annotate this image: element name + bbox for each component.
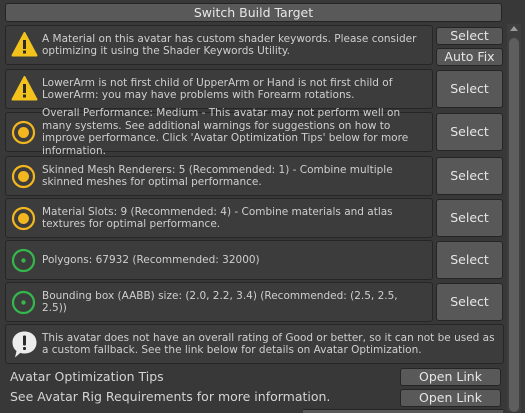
performance-medium-icon	[11, 120, 36, 145]
performance-medium-icon	[11, 164, 36, 189]
message-skinned-mesh-renderers: Skinned Mesh Renderers: 5 (Recommended: …	[5, 156, 433, 196]
message-text: Bounding box (AABB) size: (2.0, 2.2, 3.4…	[42, 289, 398, 315]
warning-triangle-icon	[11, 32, 38, 57]
message-bounding-box: Bounding box (AABB) size: (2.0, 2.2, 3.4…	[5, 282, 433, 322]
message-text: Skinned Mesh Renderers: 5 (Recommended: …	[42, 163, 393, 189]
open-link-button[interactable]: Open Link	[400, 389, 501, 407]
message-text: This avatar does not have an overall rat…	[42, 331, 495, 357]
avatar-optimization-tips-label: Avatar Optimization Tips	[10, 369, 164, 384]
message-forearm-rotation: LowerArm is not first child of UpperArm …	[5, 69, 433, 109]
vertical-scrollbar[interactable]	[507, 24, 521, 412]
message-text: Overall Performance: Medium - This avata…	[42, 107, 409, 157]
message-text: Material Slots: 9 (Recommended: 4) - Com…	[42, 205, 393, 231]
message-text: LowerArm is not first child of UpperArm …	[42, 76, 393, 102]
info-exclamation-icon	[12, 331, 37, 358]
message-shader-keywords: A Material on this avatar has custom sha…	[5, 25, 433, 65]
message-text: A Material on this avatar has custom sha…	[42, 32, 417, 58]
warning-triangle-icon	[11, 76, 38, 101]
avatar-rig-requirements-label: See Avatar Rig Requirements for more inf…	[10, 389, 331, 404]
performance-good-icon	[11, 290, 36, 315]
select-button[interactable]: Select	[436, 157, 503, 195]
select-button[interactable]: Select	[436, 113, 503, 151]
scroll-thumb[interactable]	[509, 38, 519, 412]
performance-good-icon	[11, 248, 36, 273]
scroll-up-arrow-icon[interactable]	[510, 26, 518, 31]
auto-fix-button[interactable]: Auto Fix	[436, 48, 503, 66]
message-material-slots: Material Slots: 9 (Recommended: 4) - Com…	[5, 198, 433, 238]
select-button[interactable]: Select	[436, 241, 503, 279]
select-button[interactable]: Select	[436, 27, 503, 45]
message-text: Polygons: 67932 (Recommended: 32000)	[42, 253, 260, 266]
message-polygons: Polygons: 67932 (Recommended: 32000)	[5, 240, 433, 280]
select-button[interactable]: Select	[436, 70, 503, 108]
performance-medium-icon	[11, 206, 36, 231]
open-link-button[interactable]: Open Link	[400, 368, 501, 386]
partial-bottom-button[interactable]	[303, 409, 503, 413]
select-button[interactable]: Select	[436, 199, 503, 237]
message-overall-performance: Overall Performance: Medium - This avata…	[5, 107, 433, 157]
switch-build-target-button[interactable]: Switch Build Target	[5, 3, 502, 22]
message-fallback-info: This avatar does not have an overall rat…	[5, 324, 504, 364]
select-button[interactable]: Select	[436, 283, 503, 321]
